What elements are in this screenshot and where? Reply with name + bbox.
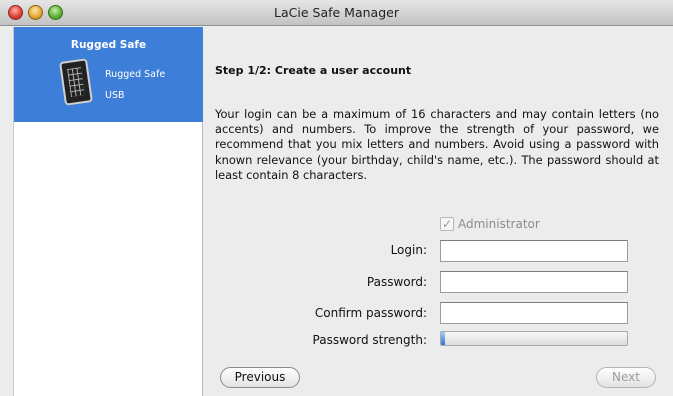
password-input[interactable] bbox=[440, 271, 628, 293]
next-button[interactable]: Next bbox=[596, 367, 656, 388]
confirm-password-input[interactable] bbox=[440, 302, 628, 324]
sidebar-heading: Rugged Safe bbox=[70, 39, 147, 51]
login-input[interactable] bbox=[440, 240, 628, 262]
administrator-checkbox: ✓ bbox=[440, 217, 454, 231]
password-label: Password: bbox=[366, 275, 427, 289]
drive-icon bbox=[59, 58, 93, 106]
device-name: Rugged Safe bbox=[105, 69, 166, 80]
window-title: LaCie Safe Manager bbox=[274, 5, 399, 20]
password-strength-meter bbox=[440, 331, 628, 346]
title-bar[interactable]: LaCie Safe Manager bbox=[0, 0, 673, 26]
password-strength-fill bbox=[441, 332, 445, 345]
step-title: Step 1/2: Create a user account bbox=[215, 64, 412, 77]
previous-button[interactable]: Previous bbox=[220, 367, 300, 388]
password-strength-label: Password strength: bbox=[312, 333, 427, 347]
instructions-text: Your login can be a maximum of 16 charac… bbox=[215, 107, 659, 182]
device-connection-type: USB bbox=[105, 90, 125, 101]
administrator-label: Administrator bbox=[458, 217, 540, 231]
main-panel: Step 1/2: Create a user account Your log… bbox=[204, 27, 673, 396]
app-window: LaCie Safe Manager Rugged Safe Rugged Sa… bbox=[0, 0, 673, 396]
confirm-password-label: Confirm password: bbox=[314, 306, 427, 320]
login-label: Login: bbox=[390, 243, 427, 257]
sidebar: Rugged Safe Rugged Safe USB bbox=[13, 27, 203, 396]
sidebar-item-rugged-safe[interactable]: Rugged Safe Rugged Safe USB bbox=[14, 27, 203, 122]
